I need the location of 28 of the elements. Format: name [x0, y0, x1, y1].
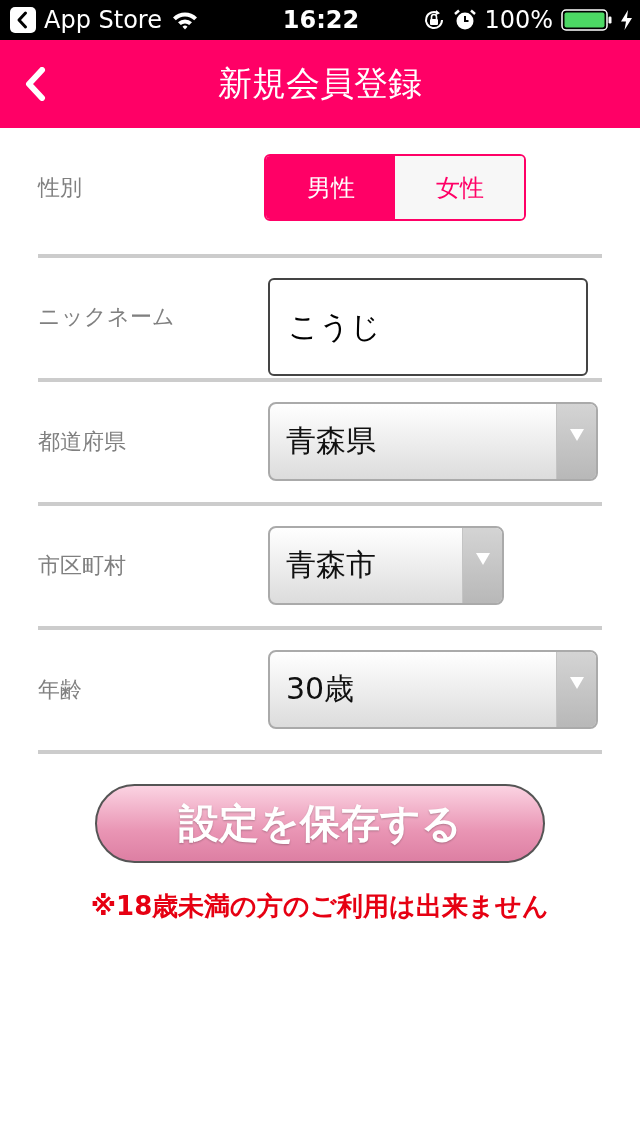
field-label: 性別 [38, 173, 83, 202]
page-title: 新規会員登録 [217, 62, 423, 105]
select-value: 青森市 [285, 546, 377, 584]
status-time: 16:22 [282, 6, 360, 34]
segment-option[interactable]: 男性 [266, 156, 395, 219]
field-label: 市区町村 [38, 551, 127, 580]
back-icon[interactable] [24, 67, 46, 101]
alarm-clock-icon [454, 9, 477, 31]
dropdown-select[interactable]: 青森市 [268, 526, 504, 605]
segment-option[interactable]: 女性 [395, 156, 524, 219]
field-label: ニックネーム [38, 303, 176, 331]
select-value: 青森県 [285, 422, 377, 460]
caret-icon [556, 652, 596, 727]
battery-percentage: 100% [484, 6, 553, 34]
dropdown-select[interactable]: 30歳 [268, 650, 598, 729]
caret-icon [556, 404, 596, 479]
age-restriction-notice: ※18歳未満の方のご利用は出来ません [90, 890, 550, 923]
field-label: 都道府県 [38, 427, 127, 456]
back-chevron-icon [10, 7, 36, 33]
back-to-app-link[interactable]: App Store [10, 6, 162, 34]
battery-icon [561, 9, 613, 31]
nickname-input-field[interactable]: こうじ [268, 278, 588, 376]
select-value: 30歳 [285, 670, 356, 708]
wifi-icon [171, 10, 198, 30]
caret-icon [462, 528, 502, 603]
dropdown-select[interactable]: 青森県 [268, 402, 598, 481]
charging-bolt-icon [621, 10, 632, 30]
field-label: 年齢 [38, 675, 83, 704]
